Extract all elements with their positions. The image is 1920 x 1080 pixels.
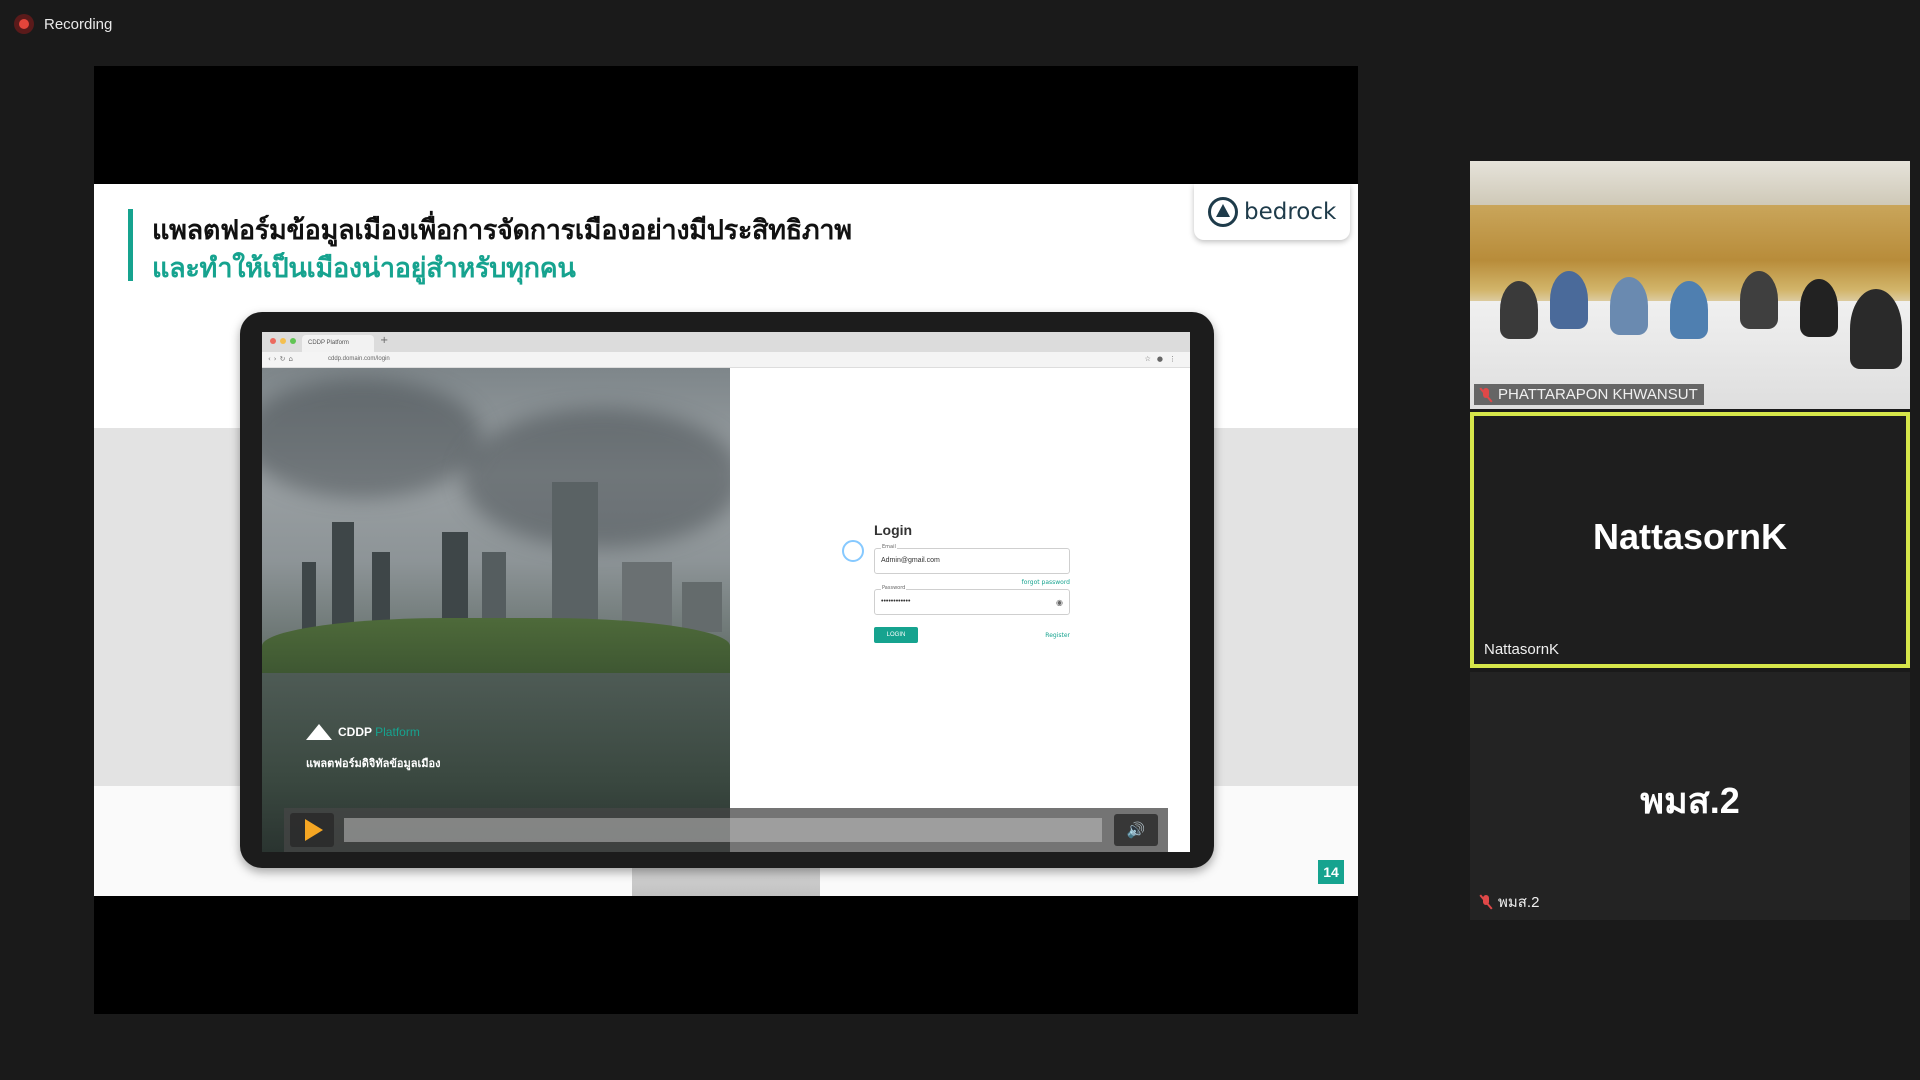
cddp-mark-icon <box>306 724 332 740</box>
eye-icon: ◉ <box>1056 598 1063 607</box>
password-label: Password <box>881 585 907 591</box>
recording-label: Recording <box>44 15 113 33</box>
email-value: Admin@gmail.com <box>881 557 940 564</box>
participant-label: NattasornK <box>1478 639 1565 660</box>
person <box>1850 289 1902 369</box>
cddp-thai-title: แพลตฟอร์มดิจิทัลข้อมูลเมือง <box>306 757 441 770</box>
maximize-dot-icon <box>290 338 296 344</box>
participant-name: PHATTARAPON KHWANSUT <box>1498 386 1698 403</box>
play-icon[interactable] <box>290 813 334 847</box>
building <box>442 532 468 632</box>
password-value: •••••••••••• <box>881 598 911 605</box>
video-progress-track[interactable] <box>344 818 1102 842</box>
title-accent-bar <box>128 209 133 281</box>
record-icon <box>14 14 34 34</box>
cursor-highlight-icon <box>842 540 864 562</box>
person <box>1670 281 1708 339</box>
mock-login-button: LOGIN <box>874 627 918 643</box>
person <box>1740 271 1778 329</box>
mic-muted-icon <box>1480 895 1492 909</box>
participant-name: NattasornK <box>1484 641 1560 658</box>
slide-title-line1: แพลตฟอร์มข้อมูลเมืองเพื่อการจัดการเมืองอ… <box>152 215 852 246</box>
monitor-stand <box>632 864 820 896</box>
window-controls <box>270 338 296 344</box>
mock-browser-tab: CDDP Platform <box>302 335 374 352</box>
participant-tile[interactable]: พมส.2 พมส.2 <box>1470 672 1910 920</box>
mic-muted-icon <box>1480 387 1492 402</box>
presentation-slide: แพลตฟอร์มข้อมูลเมืองเพื่อการจัดการเมืองอ… <box>94 184 1358 896</box>
person <box>1500 281 1538 339</box>
mock-url: cddp.domain.com/login <box>328 356 390 362</box>
nav-arrows-icon: ‹›↻⌂ <box>268 355 296 363</box>
building <box>332 522 354 632</box>
cddp-name: CDDP Platform <box>338 725 420 739</box>
email-label: Email <box>881 544 897 550</box>
ceiling <box>1470 161 1910 205</box>
close-dot-icon <box>270 338 276 344</box>
volume-icon[interactable]: 🔊 <box>1114 814 1158 846</box>
slide-title-line2: และทำให้เป็นเมืองน่าอยู่สำหรับทุกคน <box>152 253 576 284</box>
video-player-controls: 🔊 <box>284 808 1168 852</box>
login-title: Login <box>874 522 913 538</box>
bedrock-mark-icon <box>1208 197 1238 227</box>
participant-tile-video[interactable]: PHATTARAPON KHWANSUT <box>1470 161 1910 409</box>
mock-browser-urlbar: ‹›↻⌂ cddp.domain.com/login ☆●⋮ <box>262 352 1190 368</box>
participant-tile-active-speaker[interactable]: NattasornK NattasornK <box>1470 412 1910 668</box>
shared-screen: แพลตฟอร์มข้อมูลเมืองเพื่อการจัดการเมืองอ… <box>94 66 1358 1014</box>
cddp-logo: CDDP Platform <box>306 724 420 740</box>
bedrock-logo: bedrock <box>1194 184 1350 240</box>
monitor-mockup: CDDP Platform + ‹›↻⌂ cddp.domain.com/log… <box>240 312 1214 868</box>
monitor-screen: CDDP Platform + ‹›↻⌂ cddp.domain.com/log… <box>262 332 1190 852</box>
mock-email-field: Email Admin@gmail.com <box>874 544 1070 574</box>
mock-password-field: Password •••••••••••• ◉ <box>874 585 1070 615</box>
person <box>1800 279 1838 337</box>
person <box>1610 277 1648 335</box>
participant-display-name: พมส.2 <box>1640 780 1740 821</box>
new-tab-icon: + <box>380 335 389 346</box>
building <box>682 582 722 632</box>
slide-page-number: 14 <box>1318 860 1344 884</box>
person <box>1550 271 1588 329</box>
browser-actions-icon: ☆●⋮ <box>1144 355 1182 363</box>
mock-browser-tabbar: CDDP Platform + <box>262 332 1190 352</box>
cloud <box>262 378 482 498</box>
participant-label: พมส.2 <box>1474 888 1545 916</box>
mock-login-form: Login Email Admin@gmail.com forgot passw… <box>874 522 1070 643</box>
recording-indicator[interactable]: Recording <box>14 14 112 34</box>
participant-display-name: NattasornK <box>1592 516 1788 557</box>
login-actions: LOGIN Register <box>874 627 1070 643</box>
participant-label: PHATTARAPON KHWANSUT <box>1474 384 1704 405</box>
participant-name: พมส.2 <box>1498 894 1540 911</box>
city-photo: CDDP Platform แพลตฟอร์มดิจิทัลข้อมูลเมือ… <box>262 368 730 852</box>
building <box>302 562 316 632</box>
register-link: Register <box>1045 631 1070 639</box>
brand-name: bedrock <box>1244 199 1337 225</box>
minimize-dot-icon <box>280 338 286 344</box>
building <box>552 482 598 632</box>
